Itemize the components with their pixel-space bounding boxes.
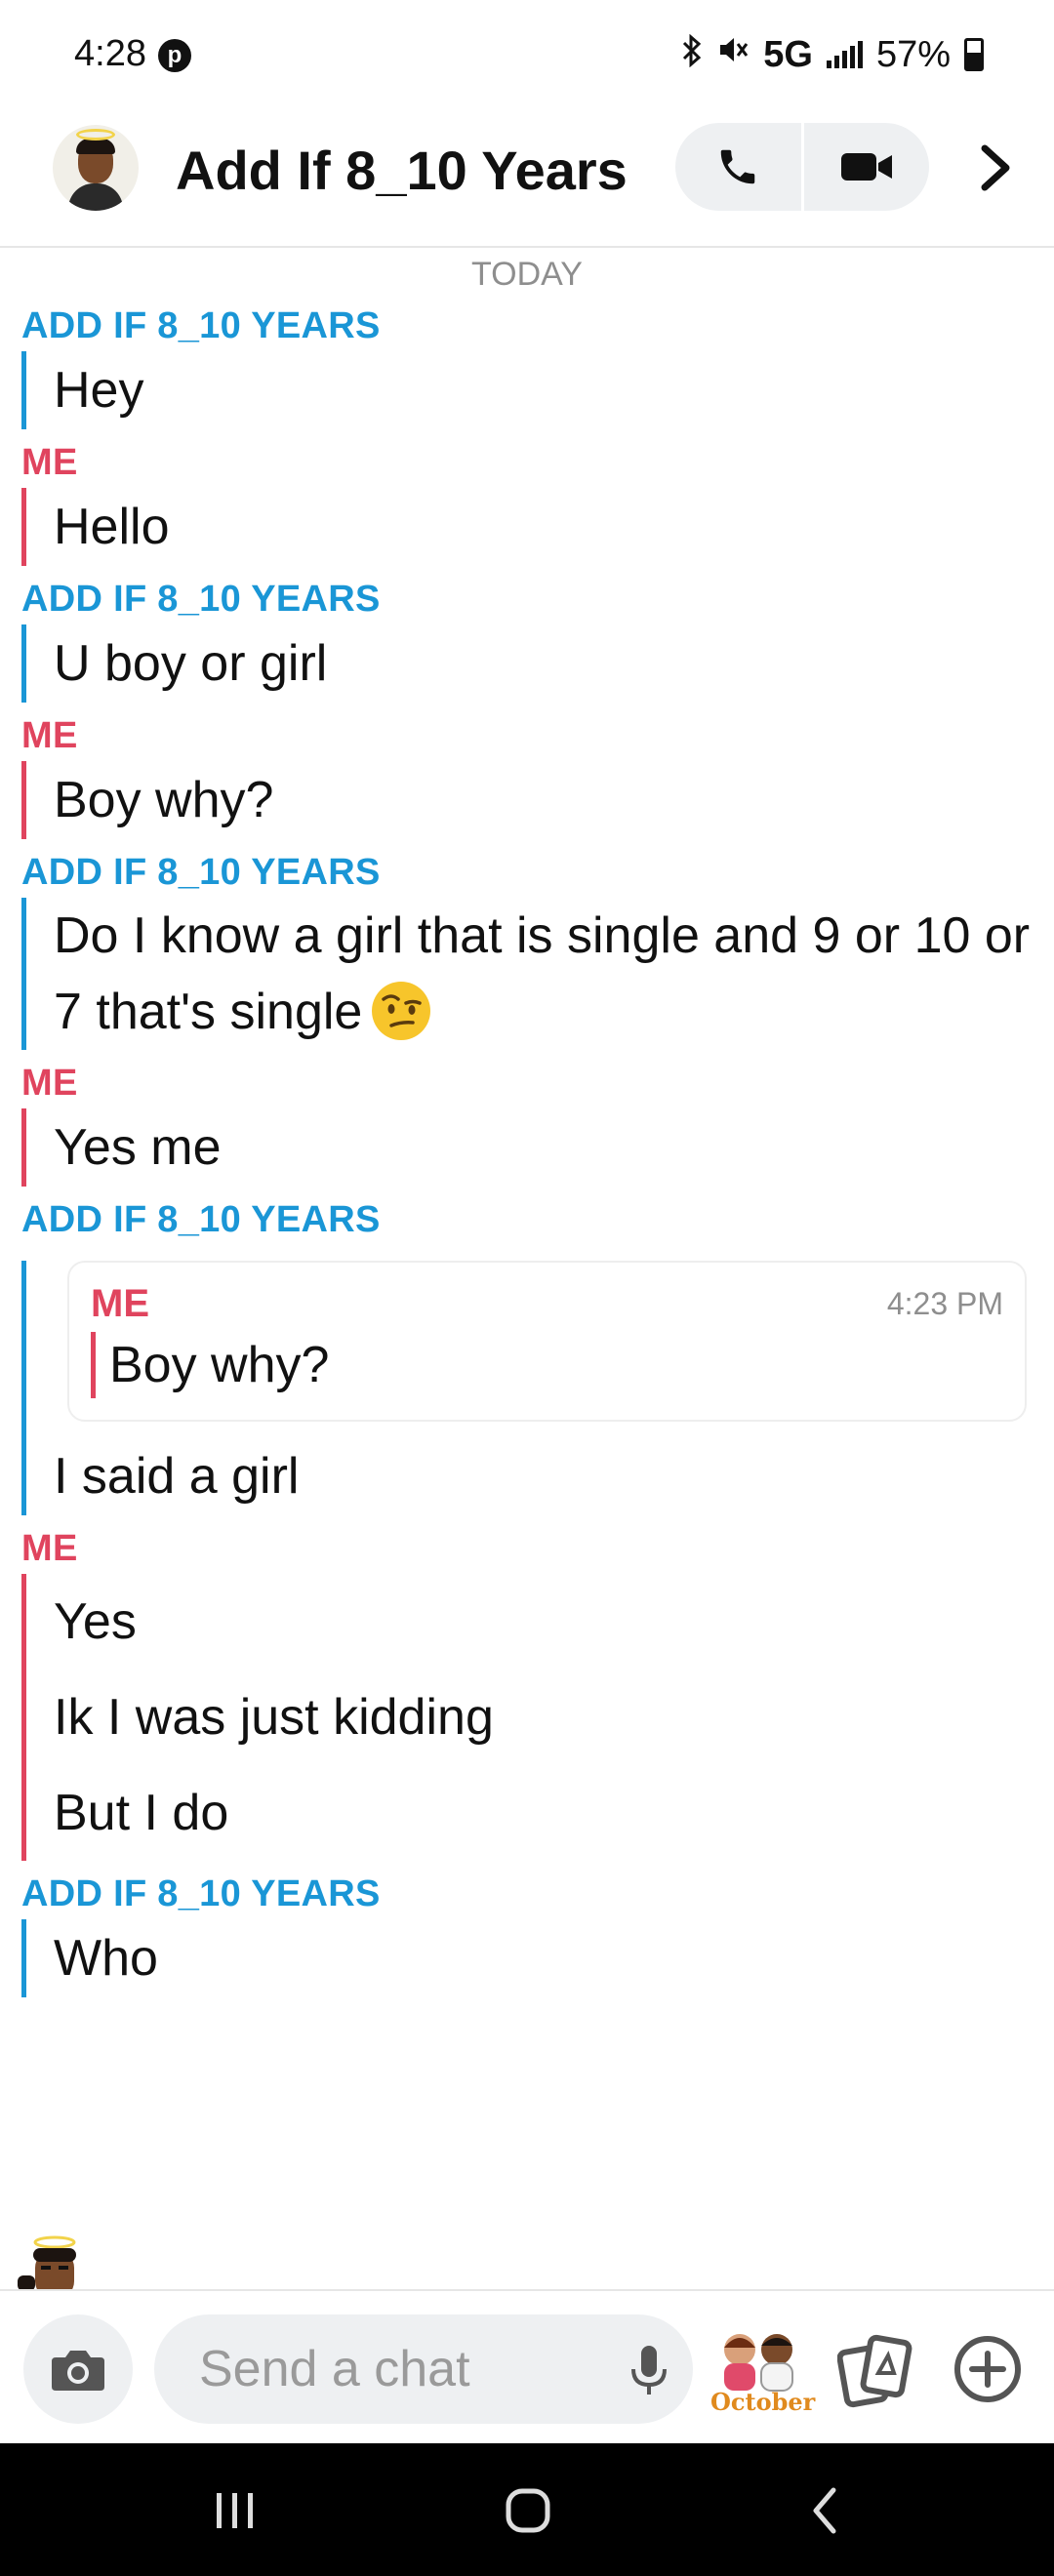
message-group: Do I know a girl that is single and 9 or… (21, 898, 1054, 1050)
typing-bitmoji (14, 2233, 92, 2291)
message-group: Boy why? (21, 761, 1054, 839)
message-sender: ME (21, 1063, 78, 1104)
message-text[interactable]: I said a girl (54, 1437, 1054, 1515)
plus-circle-icon (954, 2336, 1021, 2402)
voice-call-button[interactable] (675, 123, 801, 211)
chat-thread: ADD IF 8_10 YEARS Hey ME Hello ADD IF 8_… (0, 301, 1054, 2005)
back-icon (813, 2487, 836, 2534)
message-text[interactable]: Hey (54, 351, 1054, 429)
avatar[interactable] (53, 125, 139, 211)
microphone-button[interactable] (625, 2344, 673, 2398)
chat-title[interactable]: Add If 8_10 Years (176, 139, 628, 202)
battery-icon (964, 38, 984, 71)
message-sender: ME (21, 715, 78, 756)
message-text[interactable]: Who (54, 1919, 1054, 1997)
raised-eyebrow-emoji-icon (372, 982, 431, 1040)
add-button[interactable] (953, 2334, 1023, 2404)
message-group: U boy or girl (21, 624, 1054, 703)
signal-icon (826, 41, 863, 68)
cards-icon (836, 2334, 912, 2408)
chevron-right-icon (981, 144, 1010, 191)
chevron-right-button[interactable] (972, 139, 1019, 197)
network-label: 5G (763, 33, 813, 75)
chat-header: Add If 8_10 Years (0, 117, 1054, 248)
home-button[interactable] (494, 2476, 562, 2545)
message-text: Do I know a girl that is single and 9 or… (54, 907, 1031, 1040)
bluetooth-icon (681, 33, 703, 76)
message-text[interactable]: But I do (54, 1765, 1054, 1861)
message-text[interactable]: Yes me (54, 1108, 1054, 1187)
bitmoji-icon (724, 2334, 793, 2392)
message-sender: ME (21, 442, 78, 483)
message-text[interactable]: Hello (54, 488, 1054, 566)
status-bar: 4:28 p 5G 57% (0, 0, 1054, 117)
message-text[interactable]: U boy or girl (54, 624, 1054, 703)
quoted-timestamp: 4:23 PM (886, 1286, 1003, 1321)
message-sender: ADD IF 8_10 YEARS (21, 305, 381, 346)
message-group: ME 4:23 PM Boy why? I said a girl (21, 1261, 1054, 1515)
message-group: Hello (21, 488, 1054, 566)
video-camera-icon (840, 153, 892, 181)
status-icons: 5G 57% (681, 33, 984, 76)
cards-button[interactable] (836, 2334, 915, 2408)
message-item[interactable]: Do I know a girl that is single and 9 or… (54, 898, 1054, 1050)
system-nav-bar (0, 2443, 1054, 2576)
back-button[interactable] (790, 2476, 859, 2545)
microphone-icon (631, 2346, 667, 2395)
quoted-sender: ME (91, 1282, 149, 1325)
chat-input[interactable] (154, 2314, 693, 2424)
call-controls (675, 123, 929, 211)
message-group: Who (21, 1919, 1054, 1997)
date-separator: TODAY (471, 256, 583, 293)
message-group: Hey (21, 351, 1054, 429)
sticker-caption: October (710, 2388, 816, 2416)
mute-icon (716, 33, 750, 76)
message-sender: ADD IF 8_10 YEARS (21, 1199, 381, 1240)
message-text[interactable]: Yes (54, 1574, 1054, 1670)
home-icon (506, 2488, 550, 2533)
quoted-text: Boy why? (91, 1332, 1003, 1398)
message-group: Yes me (21, 1108, 1054, 1187)
phone-icon (721, 149, 755, 184)
pinterest-icon: p (158, 39, 191, 72)
message-sender: ADD IF 8_10 YEARS (21, 852, 381, 893)
status-time: 4:28 (74, 33, 146, 74)
composer-bar: October (0, 2289, 1054, 2443)
battery-percent: 57% (875, 33, 951, 75)
quoted-reply[interactable]: ME 4:23 PM Boy why? (67, 1261, 1027, 1422)
message-group: Yes Ik I was just kidding But I do (21, 1574, 1054, 1861)
camera-button[interactable] (23, 2314, 133, 2424)
recents-icon (217, 2493, 253, 2528)
video-call-button[interactable] (804, 123, 930, 211)
camera-icon (52, 2351, 104, 2391)
message-sender: ADD IF 8_10 YEARS (21, 1873, 381, 1914)
bitmoji-sticker-button[interactable]: October (710, 2326, 816, 2416)
message-text[interactable]: Boy why? (54, 761, 1054, 839)
recents-button[interactable] (201, 2476, 269, 2545)
message-text[interactable]: Ik I was just kidding (54, 1670, 1054, 1765)
message-sender: ADD IF 8_10 YEARS (21, 579, 381, 620)
message-sender: ME (21, 1528, 78, 1569)
